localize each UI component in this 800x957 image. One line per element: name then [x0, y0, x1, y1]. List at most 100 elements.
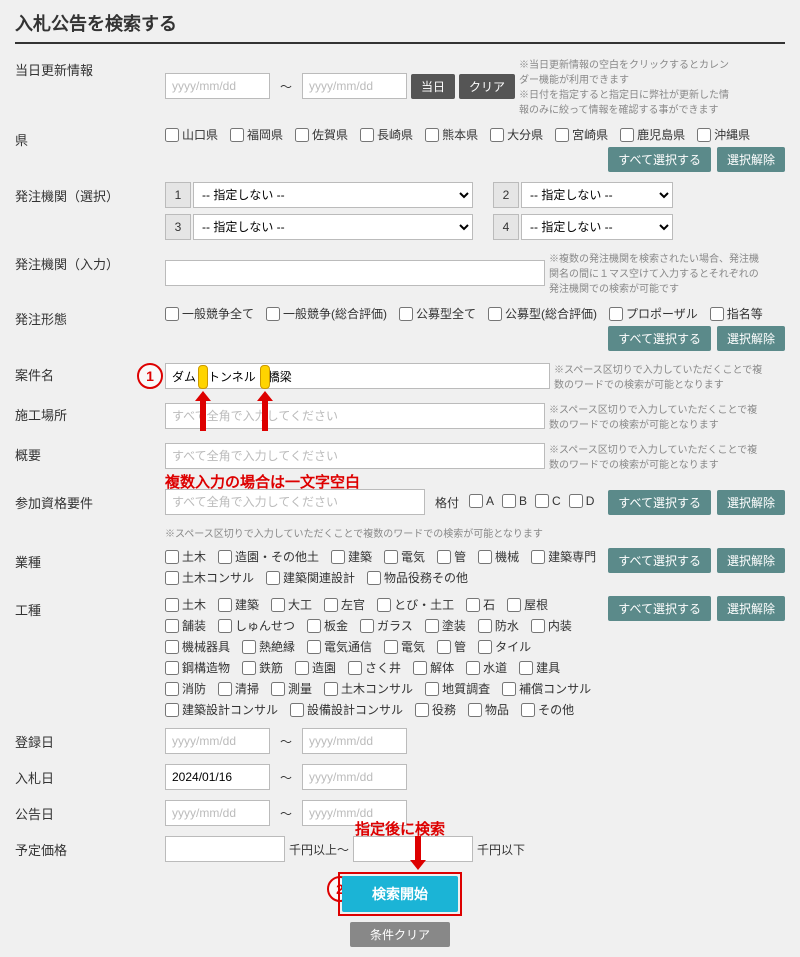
pref-7[interactable]: 鹿児島県	[620, 126, 685, 143]
location-input[interactable]	[165, 403, 545, 429]
update-date-to[interactable]	[302, 73, 407, 99]
worktype-10-checkbox[interactable]	[360, 619, 374, 633]
grade-1-checkbox[interactable]	[502, 494, 516, 508]
worktype-25-checkbox[interactable]	[466, 661, 480, 675]
worktype-9[interactable]: 板金	[307, 617, 348, 634]
worktype-37-checkbox[interactable]	[521, 703, 535, 717]
pref-2-checkbox[interactable]	[295, 128, 309, 142]
pref-3[interactable]: 長崎県	[360, 126, 413, 143]
worktype-0-checkbox[interactable]	[165, 598, 179, 612]
worktype-18-checkbox[interactable]	[437, 640, 451, 654]
industry-0-checkbox[interactable]	[165, 550, 179, 564]
bidtype-clear-button[interactable]: 選択解除	[717, 326, 785, 351]
worktype-6-checkbox[interactable]	[507, 598, 521, 612]
worktype-35[interactable]: 役務	[415, 701, 456, 718]
worktype-35-checkbox[interactable]	[415, 703, 429, 717]
worktype-20[interactable]: 鋼構造物	[165, 659, 230, 676]
worktype-26-checkbox[interactable]	[519, 661, 533, 675]
bidtype-1[interactable]: 一般競争(総合評価)	[266, 305, 387, 322]
worktype-1[interactable]: 建築	[218, 596, 259, 613]
worktype-34-checkbox[interactable]	[290, 703, 304, 717]
pref-4[interactable]: 熊本県	[425, 126, 478, 143]
worktype-15[interactable]: 熱絶縁	[242, 638, 295, 655]
worktype-select-all-button[interactable]: すべて選択する	[608, 596, 711, 621]
worktype-18[interactable]: 管	[437, 638, 466, 655]
industry-4[interactable]: 管	[437, 548, 466, 565]
worktype-6[interactable]: 屋根	[507, 596, 548, 613]
industry-7[interactable]: 土木コンサル	[165, 569, 254, 586]
worktype-29[interactable]: 測量	[271, 680, 312, 697]
worktype-8-checkbox[interactable]	[218, 619, 232, 633]
pref-4-checkbox[interactable]	[425, 128, 439, 142]
bidtype-4-checkbox[interactable]	[609, 307, 623, 321]
worktype-28-checkbox[interactable]	[218, 682, 232, 696]
pref-clear-button[interactable]: 選択解除	[717, 147, 785, 172]
bidtype-3-checkbox[interactable]	[488, 307, 502, 321]
industry-8[interactable]: 建築関連設計	[266, 569, 355, 586]
worktype-23-checkbox[interactable]	[348, 661, 362, 675]
industry-4-checkbox[interactable]	[437, 550, 451, 564]
worktype-19-checkbox[interactable]	[478, 640, 492, 654]
bidtype-5[interactable]: 指名等	[710, 305, 763, 322]
bidtype-0-checkbox[interactable]	[165, 307, 179, 321]
worktype-11-checkbox[interactable]	[425, 619, 439, 633]
search-button[interactable]: 検索開始	[342, 876, 458, 912]
grade-2-checkbox[interactable]	[535, 494, 549, 508]
industry-8-checkbox[interactable]	[266, 571, 280, 585]
reg-date-to[interactable]	[302, 728, 407, 754]
update-date-from[interactable]	[165, 73, 270, 99]
grade-3[interactable]: D	[569, 494, 595, 508]
price-from[interactable]	[165, 836, 285, 862]
worktype-14[interactable]: 機械器具	[165, 638, 230, 655]
worktype-32-checkbox[interactable]	[502, 682, 516, 696]
qual-clear-button[interactable]: 選択解除	[717, 490, 785, 515]
worktype-26[interactable]: 建具	[519, 659, 560, 676]
worktype-25[interactable]: 水道	[466, 659, 507, 676]
worktype-1-checkbox[interactable]	[218, 598, 232, 612]
worktype-21-checkbox[interactable]	[242, 661, 256, 675]
worktype-0[interactable]: 土木	[165, 596, 206, 613]
worktype-17[interactable]: 電気	[384, 638, 425, 655]
bidtype-0[interactable]: 一般競争全て	[165, 305, 254, 322]
worktype-clear-button[interactable]: 選択解除	[717, 596, 785, 621]
worktype-14-checkbox[interactable]	[165, 640, 179, 654]
worktype-7-checkbox[interactable]	[165, 619, 179, 633]
pref-select-all-button[interactable]: すべて選択する	[608, 147, 711, 172]
industry-5-checkbox[interactable]	[478, 550, 492, 564]
worktype-12[interactable]: 防水	[478, 617, 519, 634]
worktype-37[interactable]: その他	[521, 701, 574, 718]
worktype-16[interactable]: 電気通信	[307, 638, 372, 655]
pref-6-checkbox[interactable]	[555, 128, 569, 142]
project-name-input[interactable]	[165, 363, 550, 389]
agency-input[interactable]	[165, 260, 545, 286]
worktype-30-checkbox[interactable]	[324, 682, 338, 696]
worktype-33[interactable]: 建築設計コンサル	[165, 701, 278, 718]
pref-1-checkbox[interactable]	[230, 128, 244, 142]
bid-date-to[interactable]	[302, 764, 407, 790]
pref-6[interactable]: 宮崎県	[555, 126, 608, 143]
industry-1[interactable]: 造園・その他土	[218, 548, 319, 565]
pref-7-checkbox[interactable]	[620, 128, 634, 142]
today-button[interactable]: 当日	[411, 74, 455, 99]
worktype-13-checkbox[interactable]	[531, 619, 545, 633]
industry-3[interactable]: 電気	[384, 548, 425, 565]
grade-1[interactable]: B	[502, 494, 527, 508]
grade-2[interactable]: C	[535, 494, 561, 508]
bidtype-select-all-button[interactable]: すべて選択する	[608, 326, 711, 351]
worktype-12-checkbox[interactable]	[478, 619, 492, 633]
worktype-2-checkbox[interactable]	[271, 598, 285, 612]
worktype-33-checkbox[interactable]	[165, 703, 179, 717]
worktype-24-checkbox[interactable]	[413, 661, 427, 675]
worktype-10[interactable]: ガラス	[360, 617, 413, 634]
grade-3-checkbox[interactable]	[569, 494, 583, 508]
worktype-28[interactable]: 清掃	[218, 680, 259, 697]
worktype-17-checkbox[interactable]	[384, 640, 398, 654]
worktype-7[interactable]: 舗装	[165, 617, 206, 634]
industry-select-all-button[interactable]: すべて選択する	[608, 548, 711, 573]
grade-0[interactable]: A	[469, 494, 494, 508]
worktype-27-checkbox[interactable]	[165, 682, 179, 696]
worktype-24[interactable]: 解体	[413, 659, 454, 676]
worktype-5[interactable]: 石	[466, 596, 495, 613]
worktype-27[interactable]: 消防	[165, 680, 206, 697]
pref-8[interactable]: 沖縄県	[697, 126, 750, 143]
